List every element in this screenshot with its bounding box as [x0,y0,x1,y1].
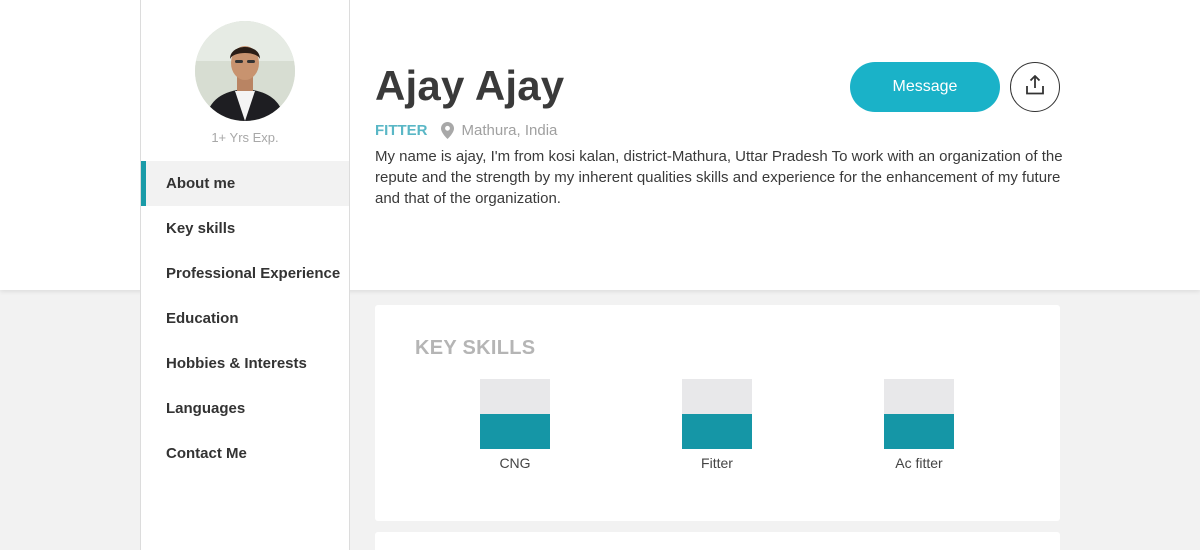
skill-label: Fitter [701,455,733,471]
skill-item: Ac fitter [859,379,979,471]
sidebar-item-contact-me[interactable]: Contact Me [141,431,349,476]
key-skills-card: KEY SKILLS CNG Fitter Ac fitter [375,305,1060,521]
skill-level-fill [682,414,752,449]
sidebar-item-hobbies-interests[interactable]: Hobbies & Interests [141,341,349,386]
sidebar-item-about-me[interactable]: About me [141,161,349,206]
avatar [195,21,295,121]
sidebar-item-professional-experience[interactable]: Professional Experience [141,251,349,296]
skill-item: CNG [455,379,575,471]
share-upload-icon [1024,74,1046,101]
skill-level-fill [884,414,954,449]
share-button[interactable] [1010,62,1060,112]
skill-level-bar [480,379,550,449]
experience-label: 1+ Yrs Exp. [211,130,279,145]
skill-item: Fitter [657,379,777,471]
sidebar-item-education[interactable]: Education [141,296,349,341]
profile-meta: FITTER Mathura, India [375,120,557,140]
profile-bio: My name is ajay, I'm from kosi kalan, di… [375,148,1063,207]
sidebar-item-key-skills[interactable]: Key skills [141,206,349,251]
job-role: FITTER [375,121,428,139]
skill-label: Ac fitter [895,455,943,471]
profile-name: Ajay Ajay [375,62,565,109]
sidebar-item-languages[interactable]: Languages [141,386,349,431]
key-skills-title: KEY SKILLS [415,337,536,359]
message-button[interactable]: Message [850,62,1000,112]
next-section-card [375,532,1060,550]
skill-level-bar [884,379,954,449]
sidebar-nav: About me Key skills Professional Experie… [141,161,349,476]
profile-sidebar: 1+ Yrs Exp. About me Key skills Professi… [140,0,350,550]
location-pin-icon [440,121,454,139]
skill-label: CNG [499,455,531,471]
skill-level-fill [480,414,550,449]
profile-location: Mathura, India [461,121,558,139]
skill-level-bar [682,379,752,449]
